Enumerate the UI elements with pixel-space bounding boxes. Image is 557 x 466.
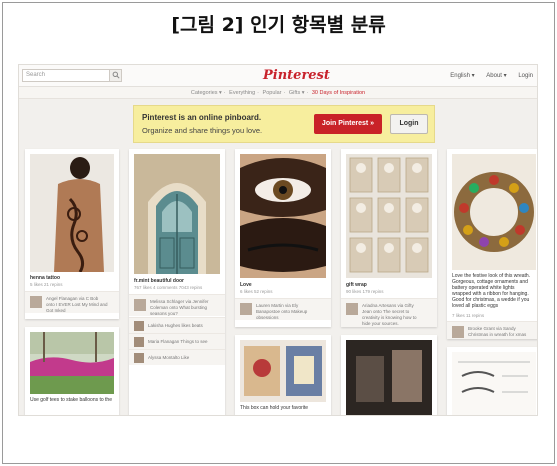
repin-text: Alyssa Montalto Like [148, 355, 190, 360]
signup-banner: Pinterest is an online pinboard. Organiz… [133, 105, 435, 143]
pin-stats: 5 likes 21 repins [30, 282, 63, 287]
search-placeholder: Search [26, 72, 46, 78]
pin-image[interactable] [346, 154, 432, 278]
pin-image[interactable] [240, 340, 326, 402]
tulip-field-illustration [30, 332, 114, 394]
pinterest-screenshot: Search Pinterest English ▾ About ▾ Login… [18, 64, 538, 416]
avatar[interactable] [346, 303, 358, 315]
language-menu[interactable]: English ▾ [450, 73, 474, 79]
repin-text: Lakisha Hughes likes beats [148, 323, 203, 328]
dark-photo-illustration [346, 340, 432, 415]
pin-card[interactable]: Love the festive look of this wreath. Go… [447, 149, 537, 339]
pin-card[interactable] [447, 347, 537, 415]
eyebrow-sketch-illustration [452, 352, 536, 415]
avatar[interactable] [134, 353, 144, 363]
pin-card[interactable]: Use golf tees to stake balloons to the [25, 327, 119, 415]
pin-attribution: Ariadna Artesans via Gifty Jean onto The… [341, 298, 437, 327]
pin-card[interactable]: fr.mint beautiful door 767 likes 4 comme… [129, 149, 225, 415]
eye-makeup-illustration [240, 154, 326, 278]
pin-card[interactable]: henna tattoo 5 likes 21 repins Angel Fla… [25, 149, 119, 319]
pin-image[interactable] [452, 154, 536, 270]
avatar[interactable] [30, 296, 42, 308]
repin-text: Maria Flanagan Things to see [148, 339, 208, 344]
attribution-text: Angel Flanagan via C Bob onto I EVER Los… [46, 296, 108, 313]
pin-description: Love the festive look of this wreath. Go… [452, 273, 531, 309]
pin-card[interactable]: gift wrap 90 likes 179 repins Ariadna Ar… [341, 149, 437, 327]
about-menu[interactable]: About ▾ [486, 73, 506, 79]
attribution-text: Lauren Martin via Ely Banapostoe onto Ma… [256, 303, 308, 320]
pin-card[interactable]: Love 6 likes 52 repins Lauren Martin via… [235, 149, 331, 327]
pin-title: henna tattoo [30, 275, 60, 281]
pin-title: gift wrap [346, 282, 367, 288]
pin-image[interactable] [452, 352, 536, 415]
pin-stats: 90 likes 179 repins [346, 289, 384, 294]
pin-description: This box can hold your favorite [240, 405, 309, 411]
category-nav: Categories ▾ · Everything · Popular · Gifts… [19, 87, 537, 99]
banner-login-button[interactable]: Login [390, 114, 428, 134]
wreath-illustration [452, 154, 536, 270]
attribution-text: Brooke Grant via Sandy Christmas in wrea… [468, 326, 527, 337]
door-illustration [134, 154, 220, 274]
avatar[interactable] [452, 326, 464, 338]
repin-row: Alyssa Montalto Like [129, 349, 225, 365]
pin-attribution: Brooke Grant via Sandy Christmas in wrea… [447, 321, 537, 339]
pin-stats: 6 likes 52 repins [240, 289, 273, 294]
nav-categories[interactable]: Categories ▾ [191, 90, 222, 96]
pin-card[interactable]: This box can hold your favorite [235, 335, 331, 415]
pin-attribution: Lauren Martin via Ely Banapostoe onto Ma… [235, 298, 331, 320]
craft-box-illustration [240, 340, 326, 402]
nav-everything[interactable]: Everything [229, 90, 255, 96]
repin-row: Lakisha Hughes likes beats [129, 317, 225, 333]
top-login-link[interactable]: Login [518, 73, 533, 79]
repin-row: Maria Flanagan Things to see [129, 333, 225, 349]
pin-attribution: Melissa Schlager via Jennifer Coleman on… [129, 294, 225, 316]
pin-image[interactable] [240, 154, 326, 278]
pin-title: fr.mint beautiful door [134, 278, 184, 284]
avatar[interactable] [134, 321, 144, 331]
avatar[interactable] [240, 303, 252, 315]
join-pinterest-button[interactable]: Join Pinterest » [314, 114, 382, 134]
top-nav-right: English ▾ About ▾ Login [440, 72, 533, 79]
pin-stats: 767 likes 4 comments 7043 repins [134, 285, 203, 290]
pin-image[interactable] [134, 154, 220, 274]
pin-attribution: Angel Flanagan via C Bob onto I EVER Los… [25, 291, 119, 313]
banner-subline: Organize and share things you love. [142, 126, 263, 135]
attribution-text: Ariadna Artesans via Gifty Jean onto The… [362, 303, 417, 326]
pin-stats: 7 likes 11 repins [452, 313, 485, 318]
pin-image[interactable] [30, 332, 114, 394]
pin-image[interactable] [30, 154, 114, 272]
search-input[interactable]: Search [22, 69, 122, 82]
avatar[interactable] [134, 299, 146, 311]
pin-description: Use golf tees to stake balloons to the [30, 397, 112, 403]
nav-gifts[interactable]: Gifts ▾ [289, 90, 305, 96]
pin-card[interactable] [341, 335, 437, 415]
top-bar: Search Pinterest English ▾ About ▾ Login [19, 65, 537, 87]
henna-back-illustration [30, 154, 114, 272]
pin-title: Love [240, 282, 252, 288]
gift-wrap-grid-illustration [346, 154, 432, 278]
search-button[interactable] [109, 70, 121, 81]
avatar[interactable] [134, 337, 144, 347]
figure-title: [그림 2] 인기 항목별 분류 [171, 14, 386, 36]
nav-30-days[interactable]: 30 Days of Inspiration [312, 90, 365, 96]
nav-popular[interactable]: Popular [263, 90, 282, 96]
search-icon [112, 71, 120, 79]
pinterest-logo[interactable]: Pinterest [263, 68, 330, 83]
banner-headline: Pinterest is an online pinboard. [142, 113, 262, 122]
attribution-text: Melissa Schlager via Jennifer Coleman on… [150, 299, 209, 316]
pin-image[interactable] [346, 340, 432, 415]
